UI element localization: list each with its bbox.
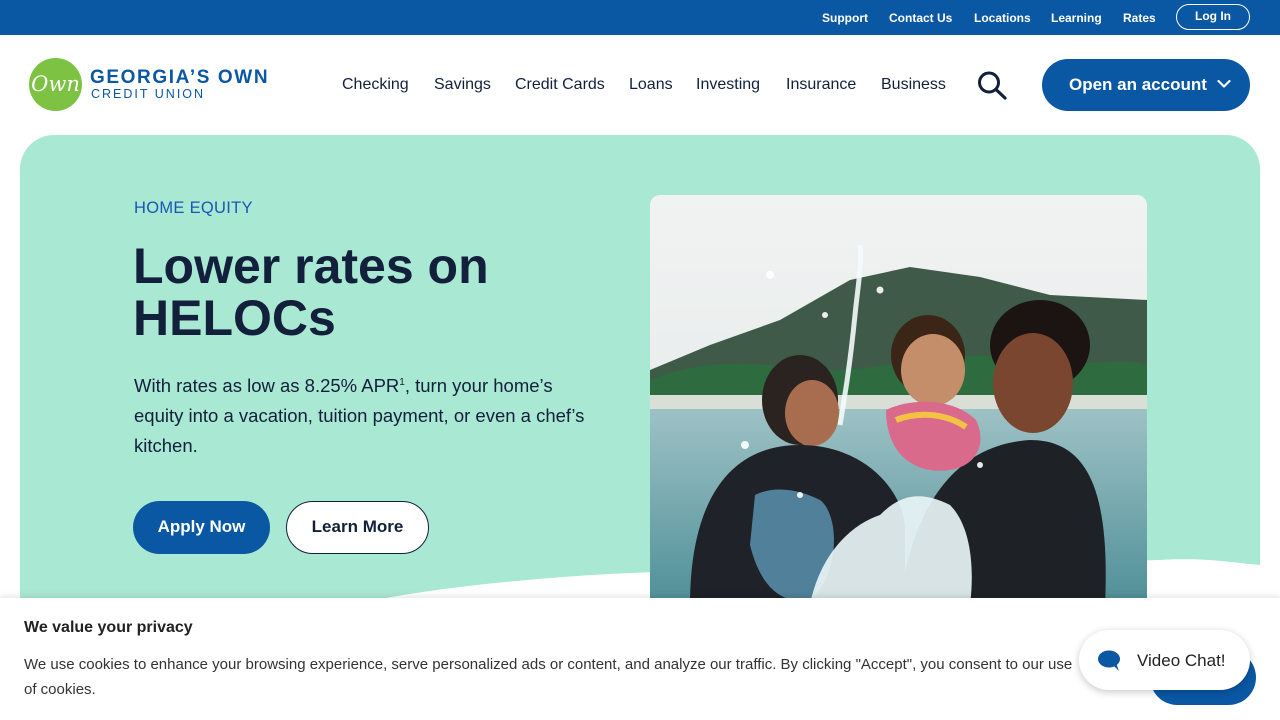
nav-loans[interactable]: Loans <box>629 76 673 94</box>
nav-investing[interactable]: Investing <box>696 76 760 94</box>
log-in-button[interactable]: Log In <box>1176 4 1250 30</box>
hero-body-rate: With rates as low as 8.25% APR <box>134 375 400 396</box>
brand-logo[interactable]: Own GEORGIA’S OWN CREDIT UNION <box>29 58 279 112</box>
utility-bar: Support Contact Us Locations Learning Ra… <box>0 0 1280 35</box>
cookie-banner-title: We value your privacy <box>24 619 193 636</box>
utility-link-support[interactable]: Support <box>822 11 868 25</box>
hero-eyebrow: HOME EQUITY <box>134 199 253 217</box>
logo-subname: CREDIT UNION <box>91 87 206 101</box>
cookie-banner-text: We use cookies to enhance your browsing … <box>24 656 1073 698</box>
apply-now-button[interactable]: Apply Now <box>133 501 270 554</box>
video-chat-label: Video Chat! <box>1137 651 1226 670</box>
chat-bubble-icon <box>1098 650 1120 671</box>
hero-headline: Lower rates on HELOCs <box>133 238 489 346</box>
chevron-down-icon <box>1217 79 1231 88</box>
nav-credit-cards[interactable]: Credit Cards <box>515 76 605 94</box>
utility-link-locations[interactable]: Locations <box>974 11 1031 25</box>
utility-link-rates[interactable]: Rates <box>1123 11 1156 25</box>
nav-business[interactable]: Business <box>881 76 946 94</box>
nav-insurance[interactable]: Insurance <box>786 76 856 94</box>
open-account-label: Open an account <box>1069 75 1207 94</box>
hero-section: HOME EQUITY Lower rates on HELOCs With r… <box>20 135 1260 605</box>
search-button[interactable] <box>976 70 1008 100</box>
nav-checking[interactable]: Checking <box>342 76 409 94</box>
family-splashing-photo <box>650 195 1147 605</box>
logo-mark: Own <box>29 58 82 111</box>
utility-link-contact-us[interactable]: Contact Us <box>889 11 952 25</box>
hero-body: With rates as low as 8.25% APR1, turn yo… <box>134 371 604 461</box>
search-icon <box>978 71 1007 100</box>
nav-savings[interactable]: Savings <box>434 76 491 94</box>
utility-link-learning[interactable]: Learning <box>1051 11 1102 25</box>
learn-more-button[interactable]: Learn More <box>286 501 429 554</box>
video-chat-button[interactable]: Video Chat! <box>1079 630 1250 690</box>
open-account-button[interactable]: Open an account <box>1042 59 1250 111</box>
logo-name: GEORGIA’S OWN <box>90 67 270 88</box>
hero-photo <box>650 195 1147 605</box>
